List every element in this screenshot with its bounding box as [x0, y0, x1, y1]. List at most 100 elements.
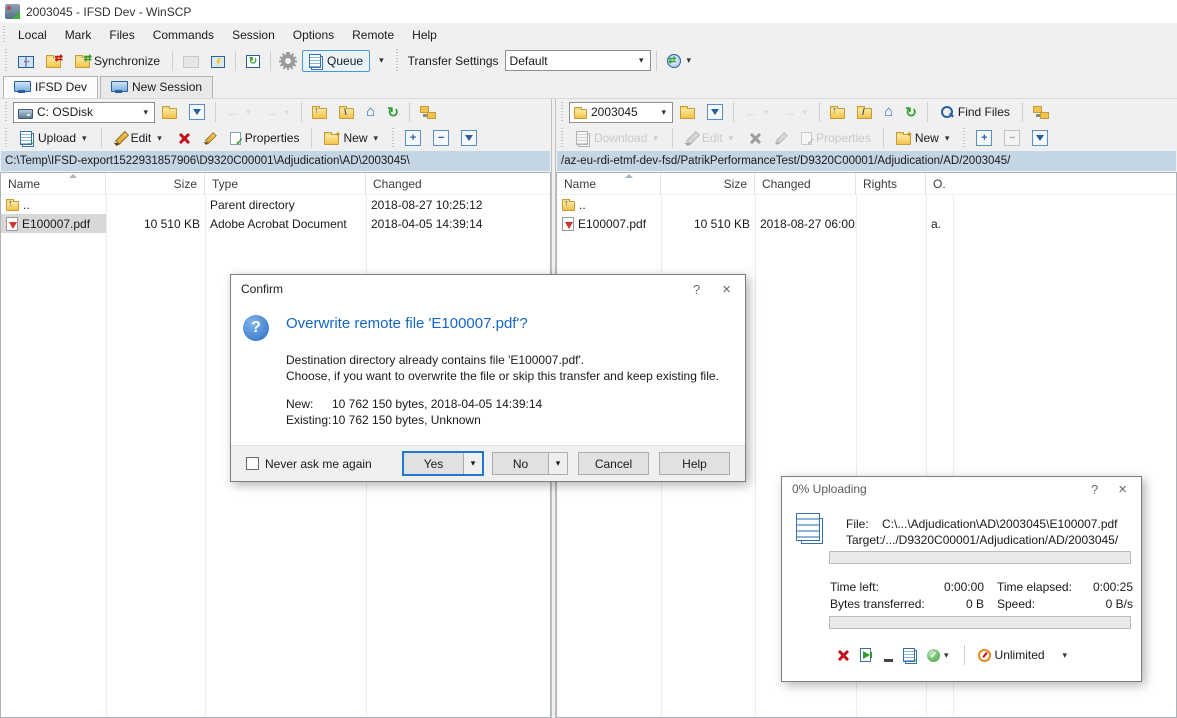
- synchronize-browsing-button[interactable]: ⇄: [41, 50, 66, 72]
- tab-session-ifsd-dev[interactable]: IFSD Dev: [3, 76, 98, 98]
- speedometer-icon: [978, 649, 991, 662]
- queue-dropdown[interactable]: ▾: [372, 51, 391, 70]
- cancel-transfer-icon[interactable]: [837, 649, 850, 662]
- upload-button[interactable]: Upload ▾: [13, 127, 96, 149]
- move-to-queue-icon[interactable]: [903, 648, 915, 662]
- menu-local[interactable]: Local: [9, 25, 56, 45]
- drive-selector[interactable]: C: OSDisk ▾: [13, 102, 155, 123]
- tree-icon: [420, 106, 436, 119]
- table-row[interactable]: ↑.. Parent directory 2018-08-27 10:25:12: [1, 195, 550, 214]
- close-icon[interactable]: ×: [1102, 481, 1131, 498]
- column-header-type[interactable]: Type: [205, 173, 366, 194]
- home-icon: ⌂: [366, 105, 375, 119]
- column-header-size[interactable]: Size: [106, 173, 205, 194]
- refresh-button[interactable]: ↻: [382, 101, 404, 123]
- no-button[interactable]: No ▾: [492, 452, 568, 475]
- compare-directories-button[interactable]: ↔: [13, 50, 39, 72]
- synchronize-icon: ⇄: [75, 57, 90, 68]
- help-icon[interactable]: ?: [689, 282, 704, 297]
- synchronize-button[interactable]: ⇄ Synchronize: [68, 50, 167, 72]
- dialog-title: Confirm: [241, 282, 689, 296]
- no-dropdown[interactable]: ▾: [548, 453, 567, 474]
- refresh-button[interactable]: ↻: [900, 101, 922, 123]
- column-header-owner[interactable]: O.: [926, 173, 953, 194]
- column-header-name[interactable]: Name: [1, 173, 106, 194]
- selection-filter-button[interactable]: [456, 126, 482, 150]
- remote-command-toolbar: Download ▾ Edit ▾ ✓ Properties +: [556, 125, 1177, 151]
- open-console-button[interactable]: [206, 50, 230, 72]
- filter-button[interactable]: [702, 100, 728, 124]
- selection-filter-button[interactable]: [1027, 126, 1053, 150]
- new-button[interactable]: + New ▾: [317, 127, 387, 149]
- rename-button[interactable]: [198, 128, 221, 149]
- transfer-settings-select[interactable]: Default ▾: [505, 50, 651, 71]
- tab-new-session[interactable]: New Session: [100, 76, 213, 98]
- column-header-changed[interactable]: Changed: [755, 173, 856, 194]
- table-row[interactable]: E100007.pdf 10 510 KB Adobe Acrobat Docu…: [1, 214, 550, 233]
- column-header-changed[interactable]: Changed: [366, 173, 550, 194]
- speed-label: Speed:: [997, 597, 1035, 611]
- menu-help[interactable]: Help: [403, 25, 446, 45]
- select-button[interactable]: +: [971, 126, 997, 150]
- bytes-transferred-label: Bytes transferred:: [830, 597, 925, 611]
- session-tab-bar: IFSD Dev New Session: [0, 75, 1177, 99]
- session-color-button[interactable]: ▾: [662, 50, 699, 72]
- filter-button[interactable]: [184, 100, 210, 124]
- table-row[interactable]: ↑..: [557, 195, 1176, 214]
- download-icon: [576, 131, 588, 145]
- menu-commands[interactable]: Commands: [144, 25, 223, 45]
- help-icon[interactable]: ?: [1087, 482, 1102, 497]
- column-header-rights[interactable]: Rights: [856, 173, 926, 194]
- cancel-button[interactable]: Cancel: [578, 452, 649, 475]
- yes-dropdown[interactable]: ▾: [463, 453, 482, 474]
- toolbar-grip: [2, 26, 7, 43]
- close-icon[interactable]: ×: [704, 281, 735, 298]
- back-button: ←▾: [221, 101, 258, 123]
- tree-icon: [1033, 106, 1049, 119]
- directory-tree-button[interactable]: [415, 102, 441, 123]
- menu-options[interactable]: Options: [284, 25, 343, 45]
- parent-directory-button[interactable]: ↑: [825, 101, 850, 123]
- remote-path-bar[interactable]: /az-eu-rdi-etmf-dev-fsd/PatrikPerformanc…: [557, 151, 1176, 171]
- local-path-bar[interactable]: C:\Temp\IFSD-export1522931857906\D9320C0…: [1, 151, 550, 171]
- select-button[interactable]: +: [400, 126, 426, 150]
- directory-tree-button[interactable]: [1028, 102, 1054, 123]
- help-button[interactable]: Help: [659, 452, 730, 475]
- new-button[interactable]: + New ▾: [889, 127, 959, 149]
- table-row[interactable]: E100007.pdf 10 510 KB 2018-08-27 06:00:4…: [557, 214, 1176, 233]
- parent-directory-button[interactable]: ↑: [307, 101, 332, 123]
- home-directory-button[interactable]: ⌂: [361, 101, 380, 123]
- delete-button[interactable]: [173, 128, 196, 149]
- properties-button[interactable]: ✓ Properties: [223, 127, 307, 149]
- edit-button[interactable]: Edit ▾: [107, 127, 171, 149]
- column-header-size[interactable]: Size: [661, 173, 755, 194]
- preferences-button[interactable]: [276, 50, 300, 72]
- rename-icon: [204, 132, 215, 143]
- chevron-down-icon: ▾: [141, 107, 150, 118]
- speed-limit-select[interactable]: Unlimited ▾: [978, 648, 1070, 662]
- yes-button[interactable]: Yes ▾: [402, 451, 484, 476]
- open-directory-button[interactable]: [157, 101, 182, 123]
- home-directory-button[interactable]: ⌂: [879, 101, 898, 123]
- unselect-button[interactable]: −: [428, 126, 454, 150]
- refresh-panels-button[interactable]: ↻: [241, 50, 265, 72]
- confirm-dialog-title-bar: Confirm ? ×: [231, 275, 745, 303]
- minimize-icon[interactable]: [884, 659, 893, 662]
- column-header-name[interactable]: Name: [557, 173, 661, 194]
- find-files-button[interactable]: Find Files: [933, 101, 1017, 123]
- root-directory-button[interactable]: /: [852, 101, 877, 123]
- remote-directory-selector[interactable]: 2003045 ▾: [569, 102, 673, 123]
- on-completion-button[interactable]: ✓ ▾: [927, 649, 951, 662]
- queue-toggle-button[interactable]: Queue: [302, 50, 370, 72]
- never-ask-again-checkbox[interactable]: [246, 457, 259, 470]
- local-command-toolbar: Upload ▾ Edit ▾ ✓ Properties +: [0, 125, 551, 151]
- menu-remote[interactable]: Remote: [343, 25, 403, 45]
- root-directory-button[interactable]: \: [334, 101, 359, 123]
- menu-mark[interactable]: Mark: [56, 25, 101, 45]
- open-directory-button[interactable]: [675, 101, 700, 123]
- menu-files[interactable]: Files: [100, 25, 143, 45]
- skip-file-icon[interactable]: [860, 648, 874, 662]
- progress-actions-toolbar: ✓ ▾ Unlimited ▾: [837, 645, 1069, 665]
- menu-session[interactable]: Session: [223, 25, 284, 45]
- open-folder-icon: [680, 108, 695, 119]
